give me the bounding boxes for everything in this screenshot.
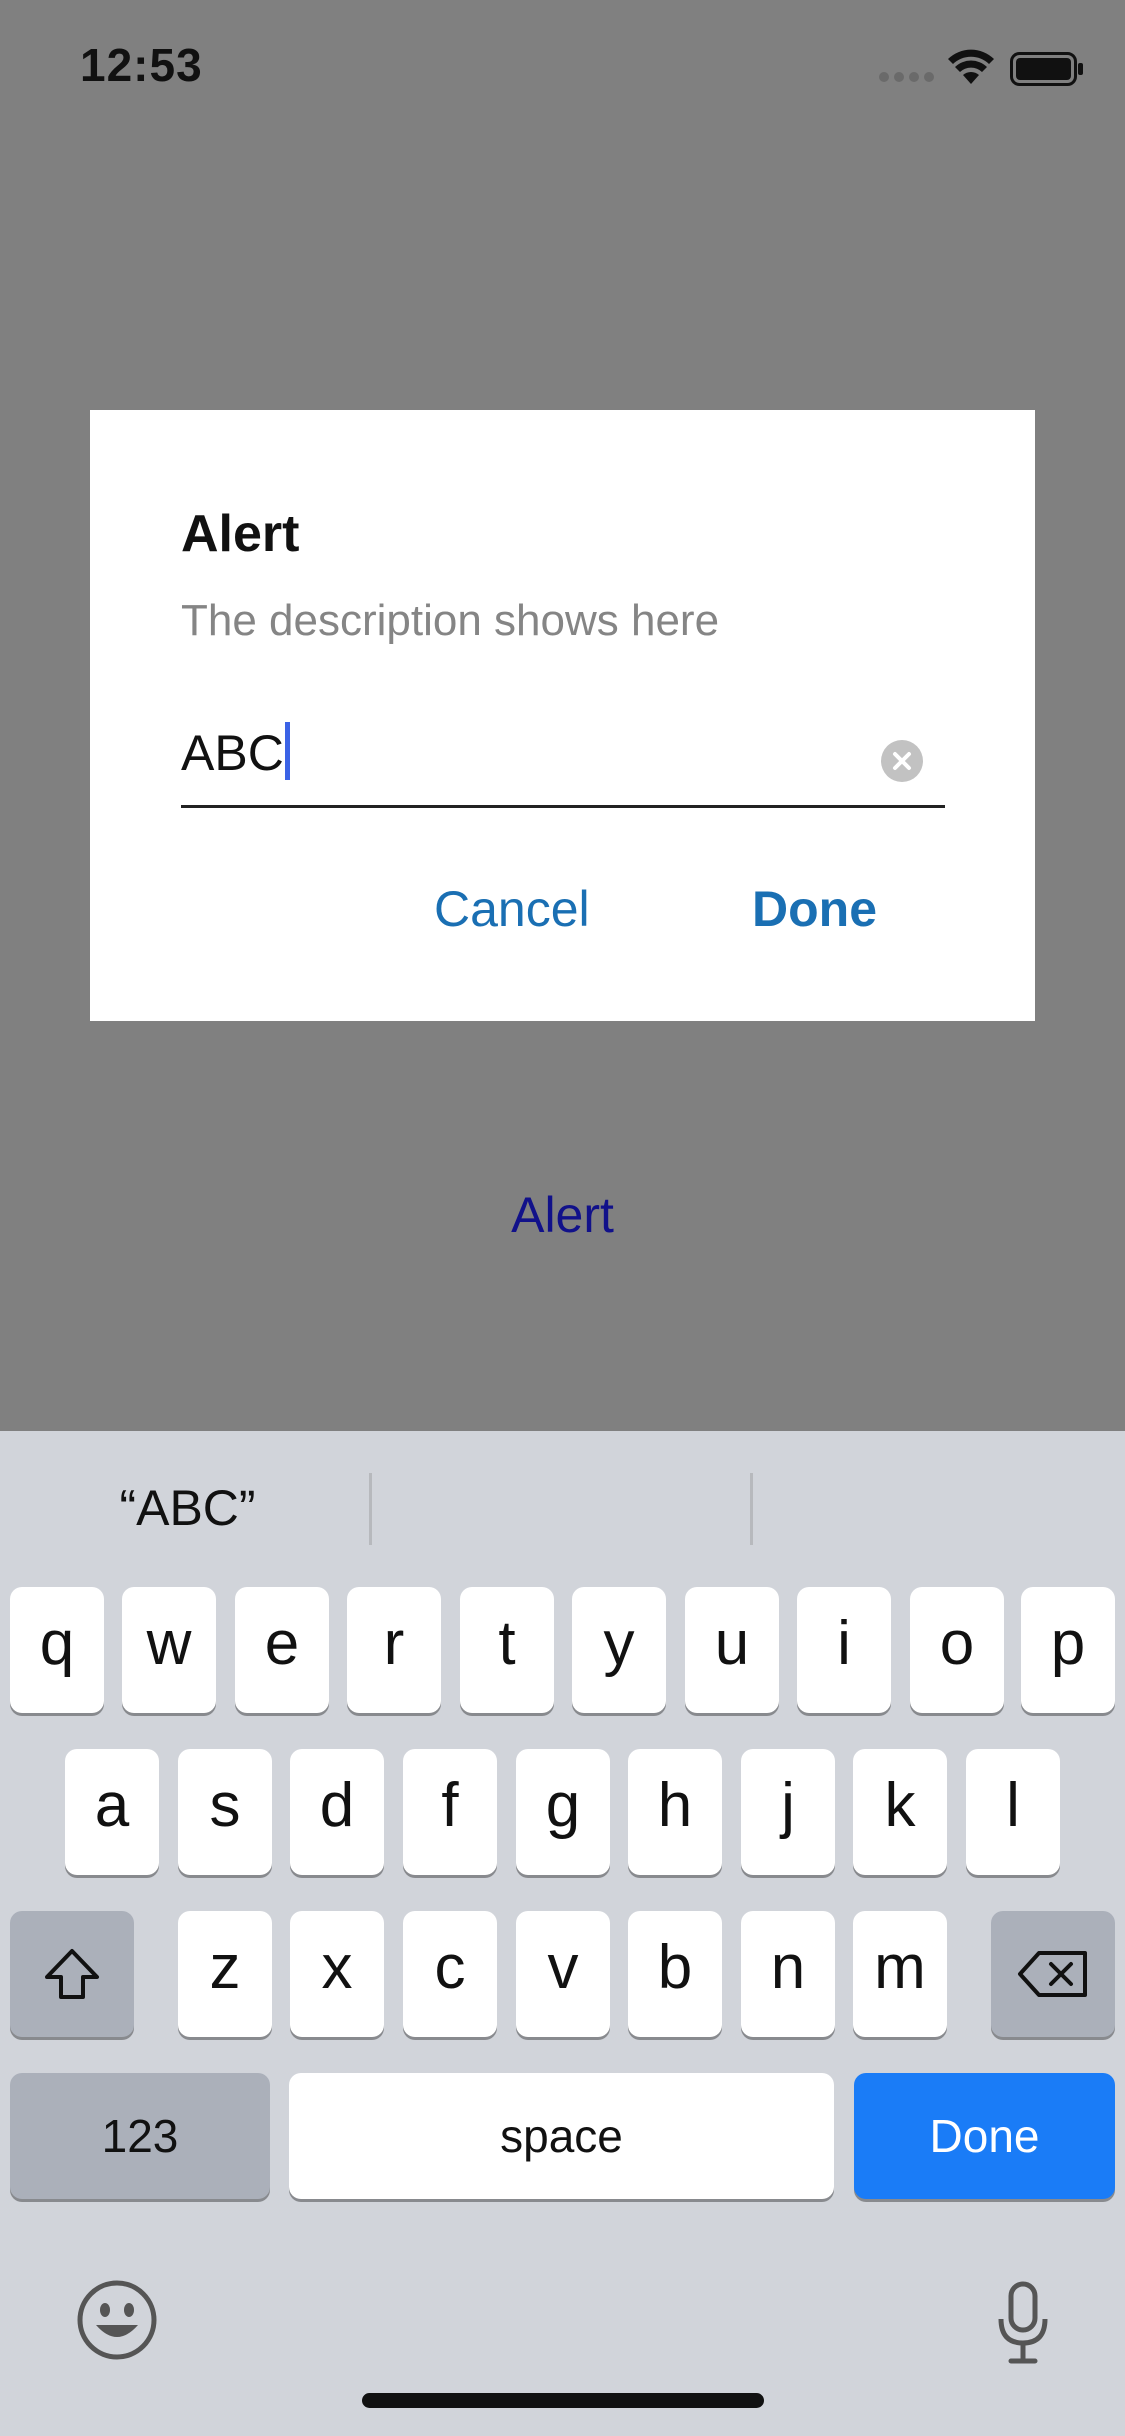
key-l[interactable]: l <box>966 1749 1060 1875</box>
cancel-button[interactable]: Cancel <box>434 880 590 938</box>
key-x[interactable]: x <box>290 1911 384 2037</box>
alert-link[interactable]: Alert <box>0 1186 1125 1244</box>
signal-icon <box>879 72 934 82</box>
space-key[interactable]: space <box>289 2073 834 2199</box>
key-u[interactable]: u <box>685 1587 779 1713</box>
key-v[interactable]: v <box>516 1911 610 2037</box>
wifi-icon <box>948 49 994 84</box>
key-m[interactable]: m <box>853 1911 947 2037</box>
key-j[interactable]: j <box>741 1749 835 1875</box>
delete-key[interactable] <box>991 1911 1115 2037</box>
key-a[interactable]: a <box>65 1749 159 1875</box>
alert-dialog: Alert The description shows here ABC Can… <box>90 410 1035 1021</box>
key-s[interactable]: s <box>178 1749 272 1875</box>
key-d[interactable]: d <box>290 1749 384 1875</box>
emoji-icon[interactable] <box>76 2279 158 2361</box>
keyboard: “ABC” q w e r t y u i o p a s d f g h j … <box>0 1431 1125 2436</box>
key-w[interactable]: w <box>122 1587 216 1713</box>
suggestion-divider <box>369 1473 372 1545</box>
key-z[interactable]: z <box>178 1911 272 2037</box>
suggestion-1[interactable]: “ABC” <box>0 1479 375 1537</box>
dialog-text-field[interactable]: ABC <box>181 710 945 808</box>
suggestion-divider <box>750 1473 753 1545</box>
text-cursor <box>284 722 290 780</box>
key-t[interactable]: t <box>460 1587 554 1713</box>
key-i[interactable]: i <box>797 1587 891 1713</box>
dialog-title: Alert <box>181 505 300 563</box>
microphone-icon[interactable] <box>996 2281 1050 2365</box>
key-o[interactable]: o <box>910 1587 1004 1713</box>
numbers-key[interactable]: 123 <box>10 2073 270 2199</box>
key-r[interactable]: r <box>347 1587 441 1713</box>
key-q[interactable]: q <box>10 1587 104 1713</box>
key-p[interactable]: p <box>1021 1587 1115 1713</box>
status-time: 12:53 <box>80 39 203 91</box>
suggestion-bar: “ABC” <box>0 1431 1125 1586</box>
key-e[interactable]: e <box>235 1587 329 1713</box>
shift-key[interactable] <box>10 1911 134 2037</box>
key-g[interactable]: g <box>516 1749 610 1875</box>
home-indicator[interactable] <box>362 2393 764 2408</box>
key-f[interactable]: f <box>403 1749 497 1875</box>
clear-icon <box>893 752 911 770</box>
return-done-key[interactable]: Done <box>854 2073 1115 2199</box>
key-k[interactable]: k <box>853 1749 947 1875</box>
key-n[interactable]: n <box>741 1911 835 2037</box>
done-button[interactable]: Done <box>752 880 877 938</box>
dialog-description: The description shows here <box>181 596 720 645</box>
delete-icon <box>1018 1951 1087 1997</box>
key-y[interactable]: y <box>572 1587 666 1713</box>
shift-icon <box>45 1949 99 1999</box>
key-h[interactable]: h <box>628 1749 722 1875</box>
text-field-value: ABC <box>181 722 290 782</box>
battery-icon <box>1010 52 1083 86</box>
key-c[interactable]: c <box>403 1911 497 2037</box>
key-b[interactable]: b <box>628 1911 722 2037</box>
clear-text-button[interactable] <box>881 740 923 782</box>
status-bar: 12:53 <box>0 0 1125 132</box>
